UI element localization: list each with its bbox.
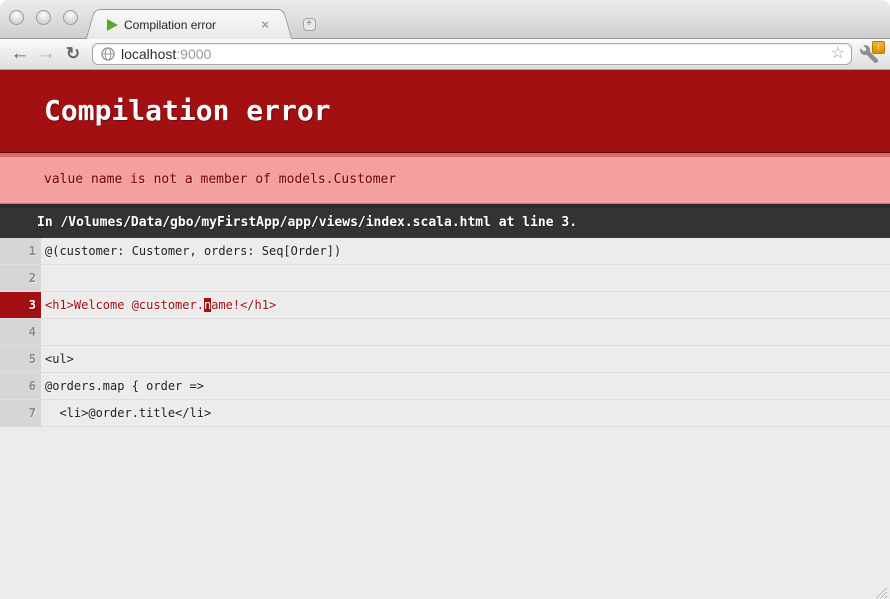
line-code: @(customer: Customer, orders: Seq[Order]…	[41, 238, 890, 264]
browser-window: Compilation error × + ← → ↻ localhost:90…	[0, 0, 890, 599]
line-number: 5	[0, 346, 41, 372]
new-tab-button[interactable]: +	[293, 16, 325, 33]
tab-title: Compilation error	[124, 18, 257, 32]
line-number: 4	[0, 319, 41, 345]
browser-titlebar: Compilation error × +	[0, 0, 890, 39]
line-number: 6	[0, 373, 41, 399]
code-line-error: 3 <h1>Welcome @customer.name!</h1>	[0, 292, 890, 319]
tab-close-icon[interactable]: ×	[257, 18, 273, 31]
bookmark-star-icon[interactable]: ☆	[831, 46, 845, 62]
page-background	[0, 496, 890, 599]
url-port: :9000	[176, 46, 211, 62]
address-bar[interactable]: localhost:9000 ☆	[92, 43, 852, 65]
error-detail: value name is not a member of models.Cus…	[0, 153, 890, 204]
line-number: 7	[0, 400, 41, 426]
page-title: Compilation error	[0, 70, 890, 153]
code-line: 4	[0, 319, 890, 346]
code-line: 6 @orders.map { order =>	[0, 373, 890, 400]
line-number: 2	[0, 265, 41, 291]
error-page: Compilation error value name is not a me…	[0, 70, 890, 599]
play-favicon-icon	[107, 19, 118, 31]
line-number: 1	[0, 238, 41, 264]
code-line: 2	[0, 265, 890, 292]
tab-compilation-error[interactable]: Compilation error ×	[101, 9, 277, 39]
close-window-button[interactable]	[9, 10, 24, 25]
globe-icon	[101, 47, 115, 61]
line-number: 3	[0, 292, 41, 318]
url-text: localhost:9000	[121, 46, 831, 62]
browser-toolbar: ← → ↻ localhost:9000 ☆ ↑	[0, 39, 890, 70]
code-line: 1 @(customer: Customer, orders: Seq[Orde…	[0, 238, 890, 265]
window-controls	[9, 10, 78, 25]
forward-button[interactable]: →	[34, 41, 58, 67]
resize-grip[interactable]	[874, 585, 888, 599]
error-location: In /Volumes/Data/gbo/myFirstApp/app/view…	[0, 204, 890, 238]
line-code: <li>@order.title</li>	[41, 400, 890, 426]
line-code: <ul>	[41, 346, 890, 372]
minimize-window-button[interactable]	[36, 10, 51, 25]
browser-menu-button[interactable]: ↑	[860, 43, 884, 65]
line-code: @orders.map { order =>	[41, 373, 890, 399]
url-host: localhost	[121, 46, 176, 62]
line-code	[41, 265, 890, 291]
code-line: 7 <li>@order.title</li>	[0, 400, 890, 427]
line-code	[41, 319, 890, 345]
line-code: <h1>Welcome @customer.name!</h1>	[41, 292, 890, 318]
code-after-marker: ame!</h1>	[211, 298, 276, 312]
upgrade-badge-icon: ↑	[872, 41, 885, 54]
code-before-marker: <h1>Welcome @customer.	[45, 298, 204, 312]
reload-button[interactable]: ↻	[61, 41, 85, 67]
zoom-window-button[interactable]	[63, 10, 78, 25]
plus-icon: +	[303, 18, 316, 31]
code-line: 5 <ul>	[0, 346, 890, 373]
back-button[interactable]: ←	[8, 41, 32, 67]
